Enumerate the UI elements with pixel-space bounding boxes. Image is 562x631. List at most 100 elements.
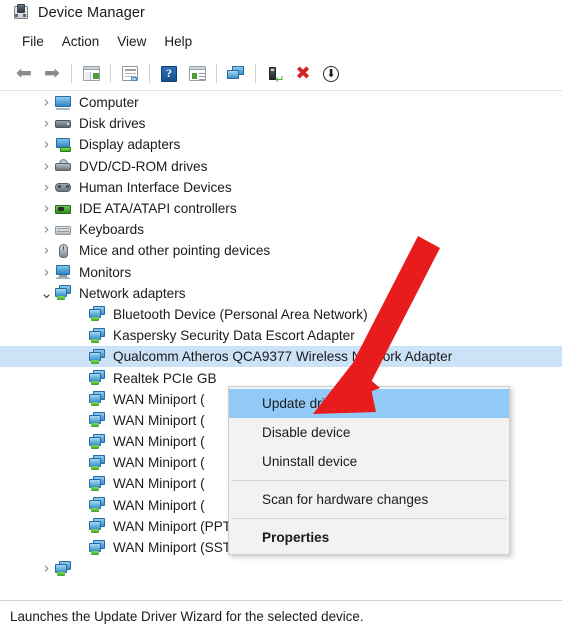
tree-node-label: Network adapters <box>79 285 186 301</box>
chevron-right-icon[interactable]: › <box>38 243 55 258</box>
tree-node-label: Human Interface Devices <box>79 179 232 195</box>
show-hide-console-tree-icon[interactable] <box>77 61 105 87</box>
tree-node[interactable]: › Monitors <box>0 262 562 283</box>
tree-node-label: WAN Miniport ( <box>113 391 205 407</box>
tree-node-label: WAN Miniport ( <box>113 476 205 492</box>
tree-node-label: WAN Miniport ( <box>113 455 205 471</box>
monitor-icon <box>55 264 72 280</box>
tree-node[interactable]: ⌄ Network adapters <box>0 283 562 304</box>
menu-file[interactable]: File <box>13 31 53 52</box>
keyboard-icon <box>55 222 72 238</box>
properties-icon[interactable] <box>116 61 144 87</box>
menu-view[interactable]: View <box>108 31 155 52</box>
hid-icon <box>55 179 72 195</box>
toolbar: ⬅ ➡ ? ↵ ✖ ⬇ <box>0 57 562 90</box>
tree-node[interactable]: › <box>0 558 562 579</box>
menu-bar: File Action View Help <box>0 28 562 55</box>
network-adapter-icon <box>89 306 106 322</box>
tree-node-label: IDE ATA/ATAPI controllers <box>79 201 237 217</box>
tree-node[interactable]: Qualcomm Atheros QCA9377 Wireless Networ… <box>0 346 562 368</box>
tree-node-label: Qualcomm Atheros QCA9377 Wireless Networ… <box>113 349 457 365</box>
computer-icon <box>55 95 72 111</box>
tree-node[interactable]: › Computer <box>0 92 562 113</box>
show-hide-action-pane-icon[interactable] <box>183 61 211 87</box>
chevron-right-icon[interactable]: › <box>38 137 55 152</box>
tree-node-label: WAN Miniport ( <box>113 497 205 513</box>
tree-node-label: Realtek PCIe GB <box>113 370 217 386</box>
chevron-right-icon[interactable]: › <box>38 561 55 576</box>
menu-help[interactable]: Help <box>155 31 201 52</box>
dvd-drive-icon <box>55 158 72 174</box>
chevron-down-icon[interactable]: ⌄ <box>38 285 55 301</box>
tree-node[interactable]: › IDE ATA/ATAPI controllers <box>0 198 562 219</box>
tree-node[interactable]: › DVD/CD-ROM drives <box>0 156 562 177</box>
toolbar-separator <box>149 64 150 83</box>
menu-action[interactable]: Action <box>53 31 109 52</box>
mouse-icon <box>55 243 72 259</box>
network-adapter-icon <box>89 391 106 407</box>
context-menu-item[interactable]: Properties <box>229 523 509 552</box>
context-menu-item[interactable]: Disable device <box>229 418 509 447</box>
tree-node-label: Monitors <box>79 264 132 280</box>
scan-for-hardware-changes-icon[interactable]: ↵ <box>261 61 289 87</box>
chevron-right-icon[interactable]: › <box>38 222 55 237</box>
tree-node-label: DVD/CD-ROM drives <box>79 158 208 174</box>
context-menu[interactable]: Update driver Disable device Uninstall dev… <box>228 386 510 555</box>
toolbar-separator <box>216 64 217 83</box>
update-driver-monitor-icon[interactable] <box>222 61 250 87</box>
network-adapter-icon <box>89 327 106 344</box>
context-menu-item[interactable]: Uninstall device <box>229 447 509 476</box>
toolbar-divider <box>0 90 562 91</box>
status-bar: Launches the Update Driver Wizard for th… <box>0 600 562 631</box>
tree-node[interactable]: › Display adapters <box>0 134 562 155</box>
context-menu-separator <box>231 480 507 481</box>
network-adapter-icon <box>89 539 106 556</box>
chevron-right-icon[interactable]: › <box>38 116 55 131</box>
status-bar-text: Launches the Update Driver Wizard for th… <box>10 608 364 624</box>
network-adapter-icon <box>89 497 106 513</box>
uninstall-device-icon[interactable]: ✖ <box>289 61 317 87</box>
toolbar-separator <box>110 64 111 83</box>
context-menu-item[interactable]: Scan for hardware changes <box>229 485 509 514</box>
network-adapter-icon <box>89 518 106 534</box>
tree-node[interactable]: › Mice and other pointing devices <box>0 240 562 261</box>
back-arrow-icon[interactable]: ⬅ <box>10 61 38 87</box>
chevron-right-icon[interactable]: › <box>38 158 55 174</box>
tree-node-label: Keyboards <box>79 222 144 238</box>
window-title: Device Manager <box>38 5 145 21</box>
tree-node-label: Computer <box>79 95 139 111</box>
network-adapter-icon <box>89 433 106 450</box>
disable-device-icon[interactable]: ⬇ <box>317 61 345 87</box>
tree-node-label: WAN Miniport ( <box>113 412 205 428</box>
context-menu-separator <box>231 518 507 519</box>
display-adapter-icon <box>55 137 72 153</box>
chevron-right-icon[interactable]: › <box>38 201 55 216</box>
toolbar-separator <box>71 64 72 83</box>
disk-drive-icon <box>55 116 72 132</box>
network-adapter-icon <box>55 285 72 301</box>
tree-node[interactable]: › Keyboards <box>0 219 562 240</box>
device-manager-icon <box>12 4 30 22</box>
chevron-right-icon[interactable]: › <box>38 95 55 110</box>
network-adapter-icon <box>89 475 106 492</box>
title-bar: Device Manager <box>0 0 562 26</box>
tree-node[interactable]: Kaspersky Security Data Escort Adapter <box>0 325 562 346</box>
toolbar-separator <box>255 64 256 83</box>
network-adapter-icon <box>89 348 106 365</box>
chevron-right-icon[interactable]: › <box>38 264 55 280</box>
tree-node-label: WAN Miniport ( <box>113 434 205 450</box>
tree-node-label: Mice and other pointing devices <box>79 243 271 259</box>
ide-controller-icon <box>55 201 72 217</box>
tree-node-label: Kaspersky Security Data Escort Adapter <box>113 328 355 344</box>
network-adapter-icon <box>55 560 72 577</box>
tree-node[interactable]: Bluetooth Device (Personal Area Network) <box>0 304 562 325</box>
tree-node-label: Disk drives <box>79 116 146 132</box>
context-menu-item[interactable]: Update driver <box>229 389 509 418</box>
tree-node-label: Bluetooth Device (Personal Area Network) <box>113 306 368 322</box>
tree-node-label: Display adapters <box>79 137 181 153</box>
help-icon[interactable]: ? <box>155 61 183 87</box>
tree-node[interactable]: › Disk drives <box>0 113 562 134</box>
chevron-right-icon[interactable]: › <box>38 179 55 195</box>
tree-node[interactable]: › Human Interface Devices <box>0 177 562 198</box>
forward-arrow-icon[interactable]: ➡ <box>38 61 66 87</box>
